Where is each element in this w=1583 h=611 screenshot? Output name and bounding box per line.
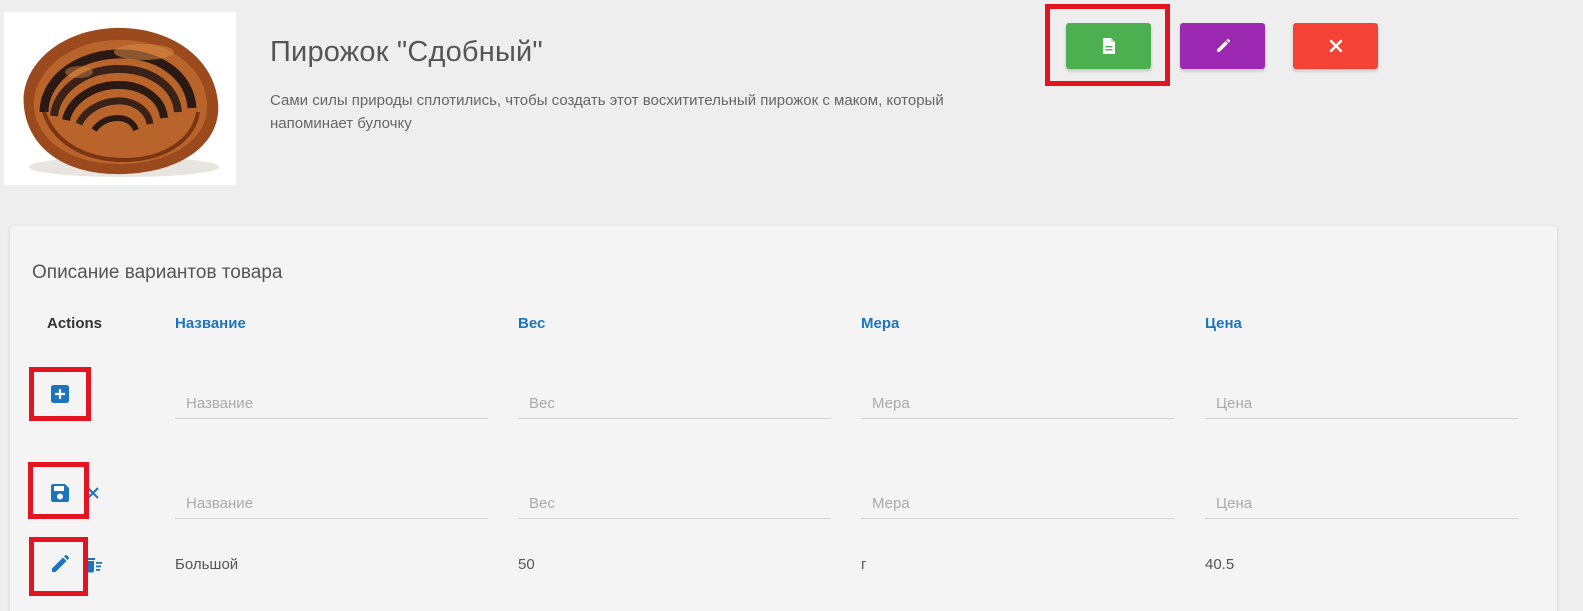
edit-price-input[interactable]	[1205, 489, 1518, 519]
column-header-name[interactable]: Название	[175, 315, 246, 332]
cell-name: Большой	[175, 556, 239, 573]
edit-weight-input[interactable]	[518, 489, 831, 519]
cancel-edit-button[interactable]	[78, 478, 108, 508]
new-price-input[interactable]	[1205, 389, 1518, 419]
document-icon	[1102, 38, 1115, 54]
product-description: Сами силы природы сплотились, чтобы созд…	[270, 92, 944, 132]
edit-name-input[interactable]	[175, 489, 488, 519]
cell-price: 40.5	[1205, 556, 1235, 573]
save-variant-button[interactable]	[45, 478, 75, 508]
column-header-actions: Actions	[47, 315, 103, 332]
add-variant-button[interactable]	[45, 379, 75, 409]
new-measure-input[interactable]	[861, 389, 1174, 419]
product-page: Пирожок "Сдобный" Сами силы природы спло…	[0, 0, 1583, 611]
delete-variant-button[interactable]	[78, 549, 108, 579]
new-weight-input[interactable]	[518, 389, 831, 419]
variants-card: Описание вариантов товара Actions Назван…	[10, 226, 1557, 611]
variants-card-title: Описание вариантов товара	[32, 262, 283, 283]
poppy-roll-illustration	[23, 27, 219, 177]
cell-weight: 50	[518, 556, 535, 573]
column-header-price[interactable]: Цена	[1205, 315, 1242, 332]
delete-sweep-icon	[86, 558, 102, 573]
delete-product-button[interactable]	[1293, 23, 1378, 69]
product-image	[4, 12, 236, 185]
close-icon	[87, 487, 99, 499]
column-header-measure[interactable]: Мера	[861, 315, 899, 332]
cell-measure: г	[861, 556, 867, 573]
product-title: Пирожок "Сдобный"	[270, 36, 543, 68]
pencil-icon	[52, 554, 70, 572]
edit-variant-button[interactable]	[45, 549, 75, 579]
floppy-disk-icon	[51, 484, 69, 502]
edit-measure-input[interactable]	[861, 489, 1174, 519]
edit-product-button[interactable]	[1180, 23, 1265, 69]
new-name-input[interactable]	[175, 389, 488, 419]
column-header-weight[interactable]: Вес	[518, 315, 545, 332]
pencil-icon	[1216, 38, 1230, 52]
view-document-button[interactable]	[1066, 23, 1151, 69]
add-box-icon	[51, 385, 69, 403]
close-icon	[1329, 39, 1342, 53]
